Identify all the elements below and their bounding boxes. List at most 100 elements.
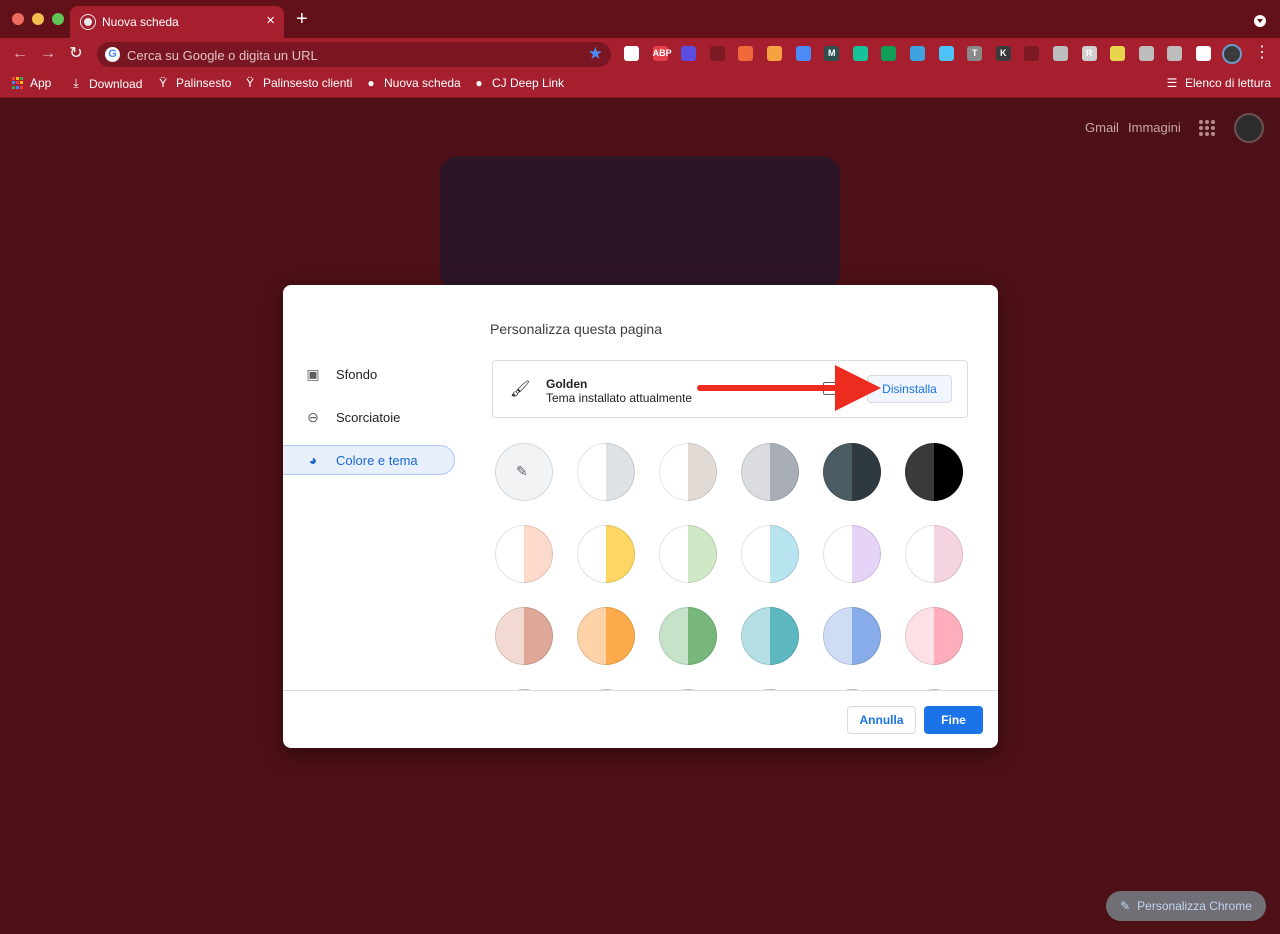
- gem-ext-icon[interactable]: [681, 46, 697, 61]
- address-bar-placeholder: Cerca su Google o digita un URL: [127, 48, 318, 63]
- sidebar-item-color-theme[interactable]: ◕ Colore e tema: [283, 445, 455, 475]
- bookmark-app[interactable]: App: [12, 76, 51, 90]
- tab-title: Nuova scheda: [102, 15, 179, 29]
- customize-dialog: Personalizza questa pagina ▣ Sfondo ⊖ Sc…: [283, 285, 998, 748]
- red-arrow-head: [835, 365, 881, 411]
- google-doodle[interactable]: [440, 156, 840, 291]
- window-ext-icon[interactable]: [1053, 46, 1068, 61]
- cancel-button[interactable]: Annulla: [847, 706, 916, 734]
- color-swatch[interactable]: [741, 443, 799, 501]
- sidebar-item-label: Scorciatoie: [336, 409, 401, 425]
- grammar-ext-icon[interactable]: [852, 46, 868, 61]
- antenna-icon: Ÿ: [158, 76, 167, 90]
- window-maximize-button[interactable]: [52, 13, 64, 25]
- bookmark-palinsesto[interactable]: Ÿ Palinsesto: [156, 76, 231, 90]
- google-g-icon: G: [105, 47, 120, 62]
- palette-icon: ◕: [308, 452, 318, 468]
- bookmark-download[interactable]: ⤓ Download: [69, 76, 142, 91]
- window-minimize-button[interactable]: [32, 13, 44, 25]
- color-swatch[interactable]: [659, 443, 717, 501]
- color-swatch[interactable]: [577, 607, 635, 665]
- tab-close-icon[interactable]: ×: [266, 12, 275, 29]
- address-bar[interactable]: G Cerca su Google o digita un URL ★: [97, 42, 611, 67]
- color-swatch[interactable]: [577, 443, 635, 501]
- color-swatch[interactable]: [659, 525, 717, 583]
- color-swatch[interactable]: [495, 525, 553, 583]
- sidebar-item-label: Colore e tema: [336, 452, 418, 468]
- apps-grid-icon: [12, 77, 24, 89]
- brush-icon: 🖌: [510, 381, 531, 398]
- menu-kebab-icon[interactable]: ⋮: [1254, 44, 1270, 62]
- extension-icon[interactable]: [709, 46, 725, 61]
- check-ext-icon[interactable]: [1138, 46, 1154, 61]
- custom-color-swatch[interactable]: ✎: [495, 443, 553, 501]
- bookmark-label: App: [30, 76, 52, 90]
- reading-list-label: Elenco di lettura: [1185, 76, 1272, 90]
- color-swatch[interactable]: [905, 607, 963, 665]
- color-swatch[interactable]: [741, 607, 799, 665]
- color-swatch[interactable]: [823, 525, 881, 583]
- new-tab-button[interactable]: +: [296, 9, 308, 29]
- reload-icon[interactable]: ↻: [65, 43, 87, 65]
- red-arrow-annotation: [697, 385, 857, 391]
- tab-new-tab[interactable]: Nuova scheda ×: [70, 6, 284, 38]
- dialog-title: Personalizza questa pagina: [490, 321, 663, 337]
- profile-avatar[interactable]: [1222, 44, 1242, 64]
- bookmark-label: Palinsesto clienti: [263, 76, 353, 90]
- title-bar: Nuova scheda × +: [0, 0, 1280, 38]
- globe-icon: ●: [475, 76, 483, 90]
- color-swatch[interactable]: [741, 525, 799, 583]
- bookmark-label: Download: [89, 76, 143, 91]
- face-ext-icon[interactable]: [767, 46, 782, 61]
- color-swatch[interactable]: [577, 525, 635, 583]
- tab-search-icon[interactable]: [1254, 15, 1266, 27]
- r-ext-icon[interactable]: R: [1081, 46, 1097, 61]
- reading-list-button[interactable]: ☰ Elenco di lettura: [1165, 76, 1271, 90]
- k-ext-icon[interactable]: K: [995, 46, 1011, 61]
- images-link[interactable]: Immagini: [1128, 120, 1181, 135]
- link-ext-icon[interactable]: [1167, 46, 1183, 61]
- gmail-link[interactable]: Gmail: [1085, 120, 1119, 135]
- customize-chrome-button[interactable]: ✎ Personalizza Chrome: [1106, 891, 1266, 921]
- adblock-plus-icon[interactable]: ABP: [652, 46, 672, 61]
- back-arrow-icon[interactable]: ←: [9, 43, 31, 65]
- lighthouse-ext-icon[interactable]: [881, 46, 897, 61]
- download-icon: ⤓: [73, 76, 79, 90]
- color-swatch[interactable]: [905, 525, 963, 583]
- sidebar-item-shortcuts[interactable]: ⊖ Scorciatoie: [283, 402, 455, 432]
- chrome-favicon-icon: [81, 15, 95, 29]
- eyedropper-ext-icon[interactable]: [910, 46, 925, 61]
- gears-ext-icon[interactable]: [938, 46, 954, 61]
- color-swatch[interactable]: [905, 443, 963, 501]
- antenna-icon: Ÿ: [245, 76, 254, 90]
- color-swatch[interactable]: [495, 607, 553, 665]
- color-swatch[interactable]: [823, 443, 881, 501]
- bookmark-palinsesto-clienti[interactable]: Ÿ Palinsesto clienti: [243, 76, 352, 90]
- bookmark-cj-deep-link[interactable]: ● CJ Deep Link: [472, 76, 564, 90]
- theme-name: Golden: [546, 377, 588, 391]
- forward-arrow-icon[interactable]: →: [37, 43, 59, 65]
- pin-ext-icon[interactable]: [1110, 46, 1126, 61]
- google-apps-icon[interactable]: [1199, 120, 1215, 136]
- puzzle-ext-icon[interactable]: [795, 46, 811, 61]
- m-ext-icon[interactable]: M: [824, 46, 840, 61]
- bookmark-label: Nuova scheda: [384, 76, 461, 90]
- function-ext-icon[interactable]: [1024, 46, 1040, 61]
- done-button[interactable]: Fine: [924, 706, 983, 734]
- bookmark-nuova-scheda[interactable]: ● Nuova scheda: [364, 76, 461, 90]
- window-close-button[interactable]: [12, 13, 24, 25]
- account-avatar[interactable]: [1234, 113, 1264, 143]
- bookmarks-bar: App ⤓ Download Ÿ Palinsesto Ÿ Palinsesto…: [0, 70, 1280, 98]
- reading-list-icon: ☰: [1166, 76, 1178, 90]
- calendar-ext-icon[interactable]: [624, 46, 639, 61]
- sidebar-item-background[interactable]: ▣ Sfondo: [283, 359, 455, 389]
- table-ext-icon[interactable]: [738, 46, 754, 61]
- t-ext-icon[interactable]: T: [967, 46, 983, 61]
- puzzle-menu-icon[interactable]: [1196, 46, 1211, 61]
- customize-chrome-label: Personalizza Chrome: [1137, 899, 1252, 913]
- bookmark-star-icon[interactable]: ★: [588, 44, 603, 64]
- eyedropper-icon: ✎: [516, 463, 528, 479]
- color-swatch[interactable]: [823, 607, 881, 665]
- color-swatch[interactable]: [659, 607, 717, 665]
- globe-icon: ●: [367, 76, 375, 90]
